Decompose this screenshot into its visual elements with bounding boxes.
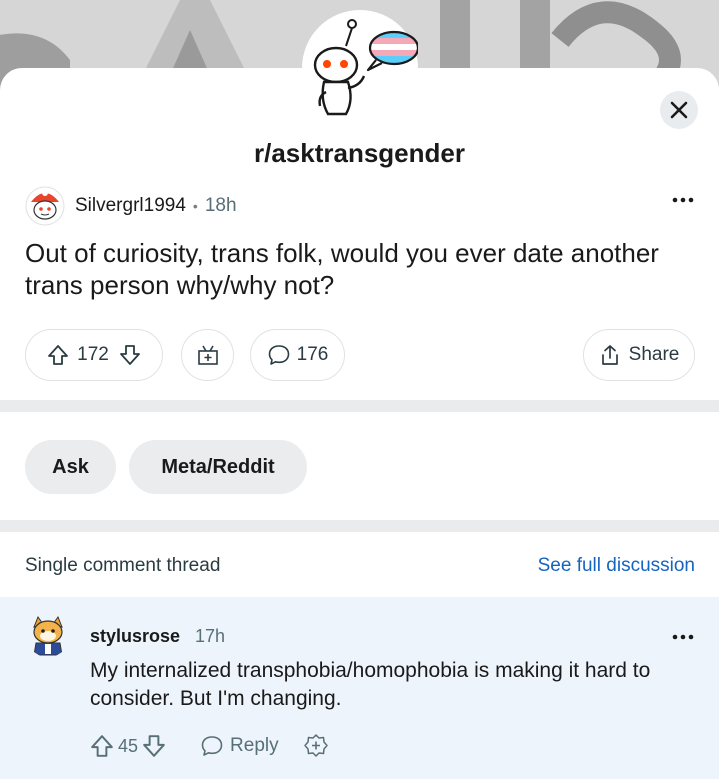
comment-age: 17h bbox=[195, 626, 226, 646]
more-icon bbox=[672, 634, 694, 640]
post-vote-control: 172 bbox=[25, 329, 163, 381]
comment-vote-control: 45 bbox=[90, 734, 166, 758]
post-title[interactable]: Out of curiosity, trans folk, would you … bbox=[25, 237, 685, 301]
award-icon bbox=[197, 345, 218, 365]
post-age: 18h bbox=[204, 195, 237, 216]
downvote-icon[interactable] bbox=[142, 734, 166, 758]
share-icon bbox=[601, 345, 618, 365]
post-vote-count: 172 bbox=[77, 344, 109, 365]
award-icon bbox=[303, 734, 328, 757]
post-author[interactable]: Silvergrl1994 bbox=[75, 195, 186, 217]
downvote-icon[interactable] bbox=[119, 344, 141, 366]
comment-vote-count: 45 bbox=[118, 735, 139, 756]
comment-more-button[interactable] bbox=[668, 625, 698, 649]
close-icon bbox=[670, 101, 688, 119]
section-divider bbox=[0, 520, 719, 532]
post-more-button[interactable] bbox=[668, 188, 698, 212]
meta-separator: • bbox=[192, 198, 198, 214]
comment-award-button[interactable] bbox=[303, 733, 329, 759]
thread-label: Single comment thread bbox=[25, 555, 221, 576]
comment-body: My internalized transphobia/homophobia i… bbox=[90, 659, 651, 710]
comment-icon bbox=[268, 345, 289, 365]
reply-button[interactable]: Reply bbox=[200, 734, 279, 758]
section-divider bbox=[0, 400, 719, 412]
reply-label: Reply bbox=[230, 735, 279, 756]
comment-count: 176 bbox=[296, 344, 329, 365]
subreddit-avatar[interactable] bbox=[302, 10, 420, 126]
award-button[interactable] bbox=[181, 329, 234, 381]
more-icon bbox=[672, 197, 694, 203]
user-avatar[interactable] bbox=[25, 186, 65, 226]
subreddit-name[interactable]: r/asktransgender bbox=[0, 138, 719, 169]
comment-actions: 45 Reply bbox=[90, 730, 329, 762]
share-button[interactable]: Share bbox=[583, 329, 695, 381]
close-button[interactable] bbox=[660, 91, 698, 129]
share-label: Share bbox=[628, 344, 680, 365]
comments-button[interactable]: 176 bbox=[250, 329, 345, 381]
comment-author-avatar[interactable] bbox=[26, 613, 70, 657]
flair-meta-reddit[interactable]: Meta/Reddit bbox=[129, 440, 307, 494]
snoo-trans-flag-icon bbox=[304, 12, 420, 124]
see-full-discussion-link[interactable]: See full discussion bbox=[538, 555, 695, 577]
comment-author[interactable]: stylusrose bbox=[90, 626, 180, 647]
flair-ask[interactable]: Ask bbox=[25, 440, 116, 494]
upvote-icon[interactable] bbox=[90, 734, 114, 758]
upvote-icon[interactable] bbox=[47, 344, 69, 366]
post-meta: Silvergrl1994 • 18h bbox=[25, 186, 237, 226]
comment-icon bbox=[201, 736, 223, 756]
